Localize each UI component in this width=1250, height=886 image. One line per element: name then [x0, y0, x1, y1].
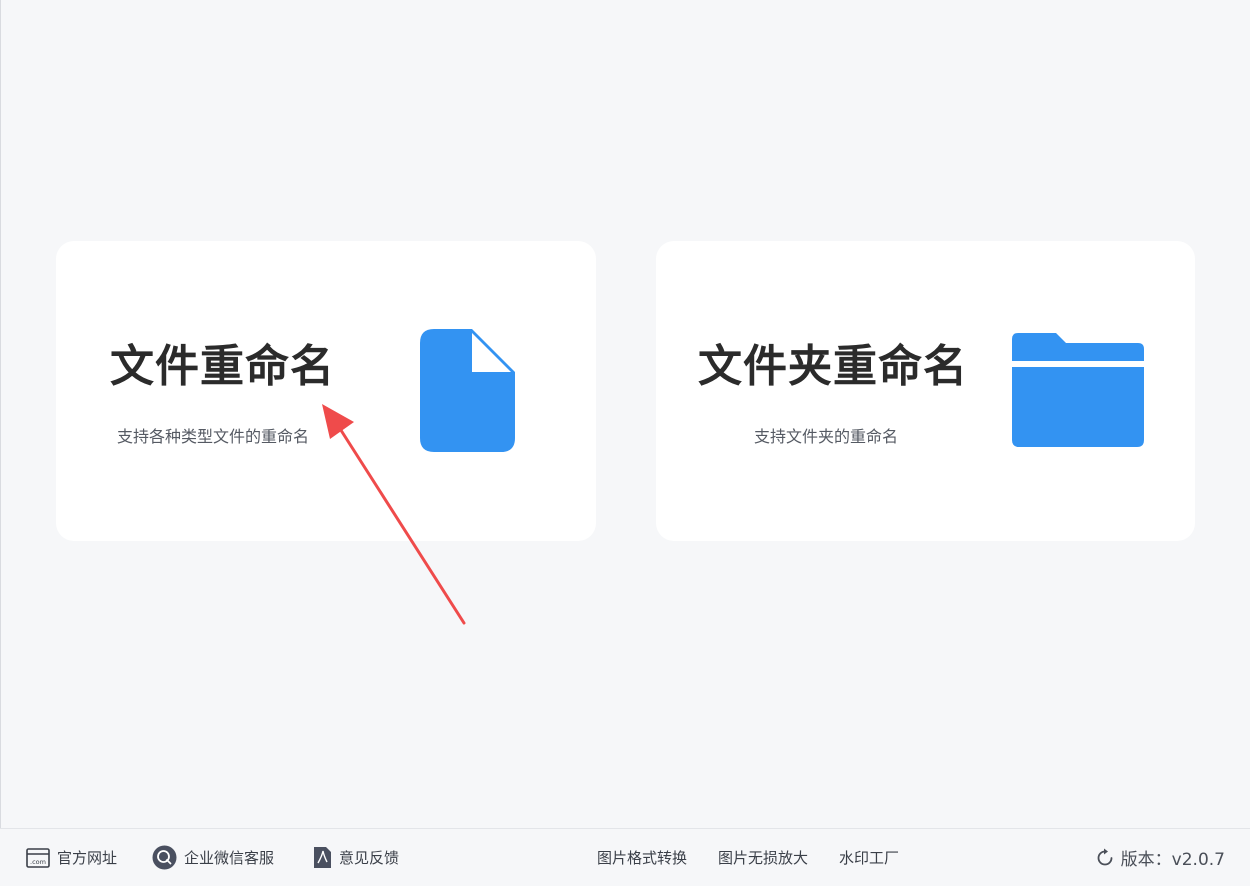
watermark-factory-link[interactable]: 水印工厂	[839, 829, 899, 886]
watermark-factory-label: 水印工厂	[839, 849, 900, 867]
feedback-link[interactable]: 意见反馈	[313, 829, 399, 886]
official-website-link[interactable]: .com 官方网址	[26, 829, 117, 886]
website-icon: .com	[26, 847, 50, 868]
file-icon	[420, 329, 515, 452]
window-left-border	[0, 0, 1, 828]
file-rename-description: 支持各种类型文件的重命名	[117, 427, 310, 446]
folder-rename-description: 支持文件夹的重命名	[754, 427, 899, 446]
svg-text:.com: .com	[30, 858, 46, 866]
image-lossless-upscale-link[interactable]: 图片无损放大	[718, 829, 808, 886]
version-check[interactable]: 版本：v2.0.7	[1095, 829, 1225, 886]
feedback-label: 意见反馈	[339, 849, 400, 867]
refresh-icon	[1097, 848, 1113, 865]
image-lossless-upscale-label: 图片无损放大	[718, 849, 809, 867]
folder-icon	[1012, 333, 1144, 447]
image-format-convert-link[interactable]: 图片格式转换	[597, 829, 687, 886]
wechat-service-link[interactable]: 企业微信客服	[152, 829, 274, 886]
image-format-convert-label: 图片格式转换	[597, 849, 688, 867]
folder-rename-card[interactable]: 文件夹重命名 支持文件夹的重命名	[656, 241, 1195, 541]
wechat-service-label: 企业微信客服	[184, 849, 275, 867]
folder-rename-title: 文件夹重命名	[698, 341, 968, 392]
file-rename-card[interactable]: 文件重命名 支持各种类型文件的重命名	[56, 241, 596, 541]
wechat-service-icon	[152, 845, 177, 870]
feedback-icon	[314, 847, 331, 868]
footer-bar: .com 官方网址 企业微信客服 意见反馈 图片格式转换 图片无损放大 水印工厂…	[0, 828, 1250, 886]
file-rename-title: 文件重命名	[110, 341, 335, 392]
official-website-label: 官方网址	[57, 849, 118, 867]
version-label: 版本：v2.0.7	[1120, 850, 1225, 870]
